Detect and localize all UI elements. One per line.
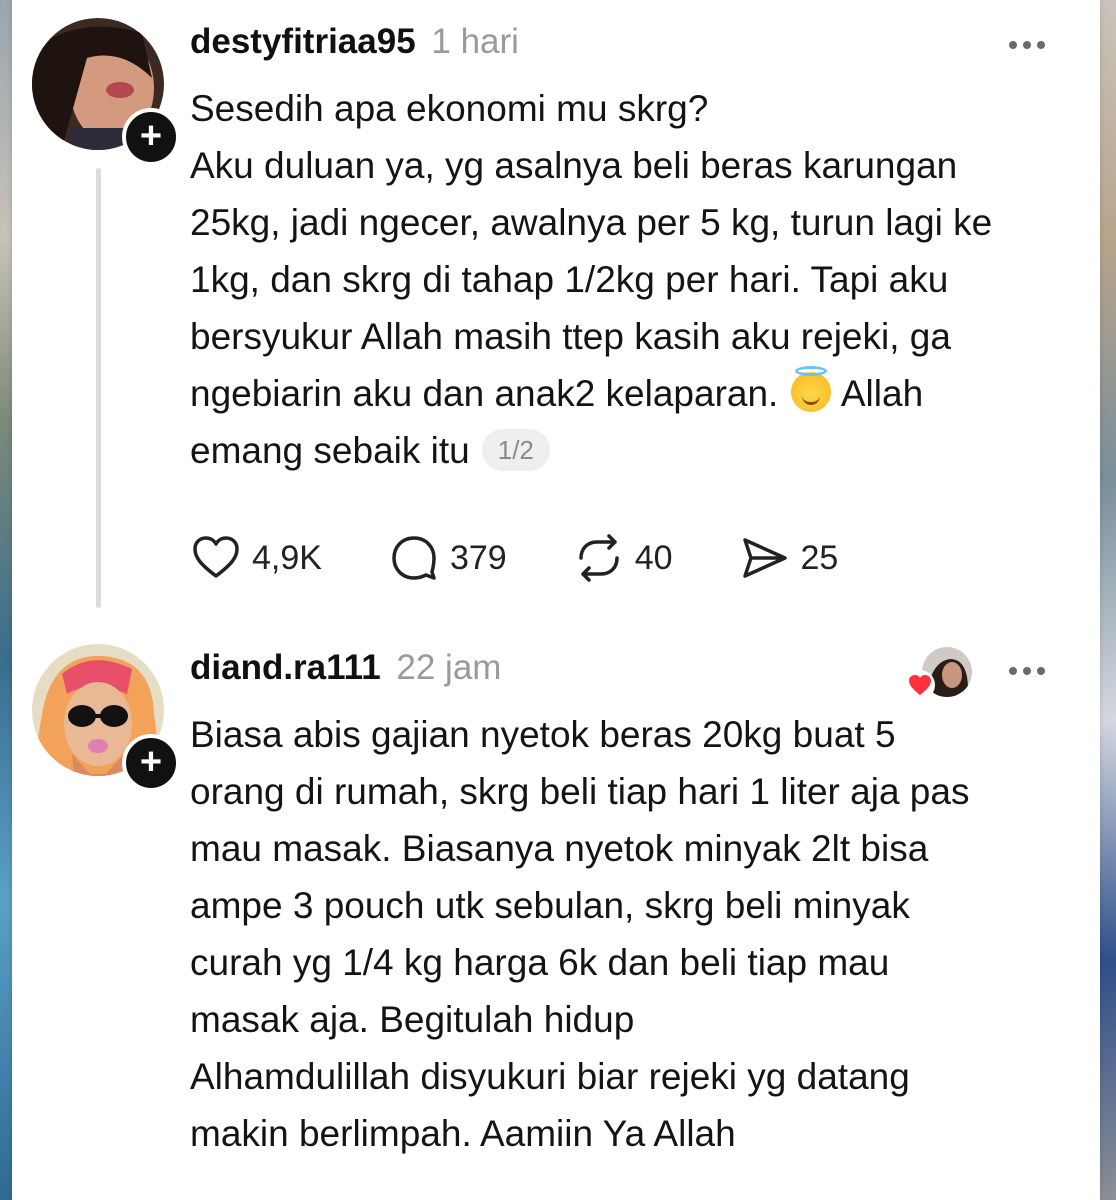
more-dots-icon[interactable]: [1002, 660, 1052, 680]
send-icon: [742, 538, 787, 578]
post-line: orang di rumah, skrg beli tiap hari 1 li…: [190, 771, 970, 812]
post-header: diand.ra111 22 jam: [190, 644, 501, 692]
heart-icon: [905, 670, 935, 700]
post-line: makin berlimpah. Aamiin Ya Allah: [190, 1113, 736, 1154]
post-line: mau masak. Biasanya nyetok minyak 2lt bi…: [190, 828, 929, 869]
thread-post: + destyfitriaa95 1 hari Sesedih apa ekon…: [12, 0, 1100, 620]
repost-button[interactable]: 40: [573, 532, 673, 584]
post-line: Sesedih apa ekonomi mu skrg?: [190, 88, 709, 129]
username[interactable]: destyfitriaa95: [190, 22, 416, 61]
post-line: Alhamdulillah disyukuri biar rejeki yg d…: [190, 1056, 910, 1097]
post-time: 22 jam: [396, 648, 502, 687]
post-line: curah yg 1/4 kg harga 6k dan beli tiap m…: [190, 942, 890, 983]
like-button[interactable]: 4,9K: [190, 532, 322, 584]
repost-icon: [578, 534, 619, 582]
post-actions: 4,9K 379 40 25: [190, 530, 904, 586]
post-line: ampe 3 pouch utk sebulan, skrg beli miny…: [190, 885, 910, 926]
post-time: 1 hari: [431, 22, 519, 61]
thread-connector-line: [96, 168, 101, 608]
page-indicator[interactable]: 1/2: [481, 429, 550, 471]
share-count: 25: [800, 538, 839, 577]
post-line: 25kg, jadi ngecer, awalnya per 5 kg, tur…: [190, 202, 993, 243]
heart-icon: [193, 536, 239, 578]
post-line: Aku duluan ya, yg asalnya beli beras kar…: [190, 145, 958, 186]
follow-button[interactable]: +: [122, 734, 180, 792]
post-line: ngebiarin aku dan anak2 kelaparan. Allah: [190, 365, 1070, 422]
more-dots-icon[interactable]: [1002, 34, 1052, 54]
like-count: 4,9K: [252, 538, 322, 577]
post-line-text: ngebiarin aku dan anak2 kelaparan.: [190, 373, 779, 414]
post-line: 1kg, dan skrg di tahap 1/2kg per hari. T…: [190, 259, 949, 300]
post-header: destyfitriaa95 1 hari: [190, 18, 519, 66]
threads-card: + destyfitriaa95 1 hari Sesedih apa ekon…: [12, 0, 1100, 1200]
post-line-text: Allah: [840, 373, 924, 414]
comment-bubble-icon: [392, 536, 436, 580]
smiling-face-with-halo-icon: [790, 366, 831, 412]
repost-count: 40: [634, 538, 673, 577]
post-line: emang sebaik itu 1/2: [190, 422, 1070, 479]
reply-button[interactable]: 379: [388, 532, 507, 584]
thread-post: + diand.ra111 22 jam Biasa abis gajian n…: [12, 630, 1100, 1200]
post-line: Biasa abis gajian nyetok beras 20kg buat…: [190, 714, 896, 755]
follow-button[interactable]: +: [122, 108, 180, 166]
post-line: masak aja. Begitulah hidup: [190, 999, 635, 1040]
post-text: Biasa abis gajian nyetok beras 20kg buat…: [190, 706, 1070, 1162]
post-text: Sesedih apa ekonomi mu skrg? Aku duluan …: [190, 80, 1070, 479]
username[interactable]: diand.ra111: [190, 648, 381, 687]
post-line-text: emang sebaik itu: [190, 430, 470, 471]
post-line: bersyukur Allah masih ttep kasih aku rej…: [190, 316, 951, 357]
reply-count: 379: [449, 538, 507, 577]
share-button[interactable]: 25: [739, 532, 839, 584]
